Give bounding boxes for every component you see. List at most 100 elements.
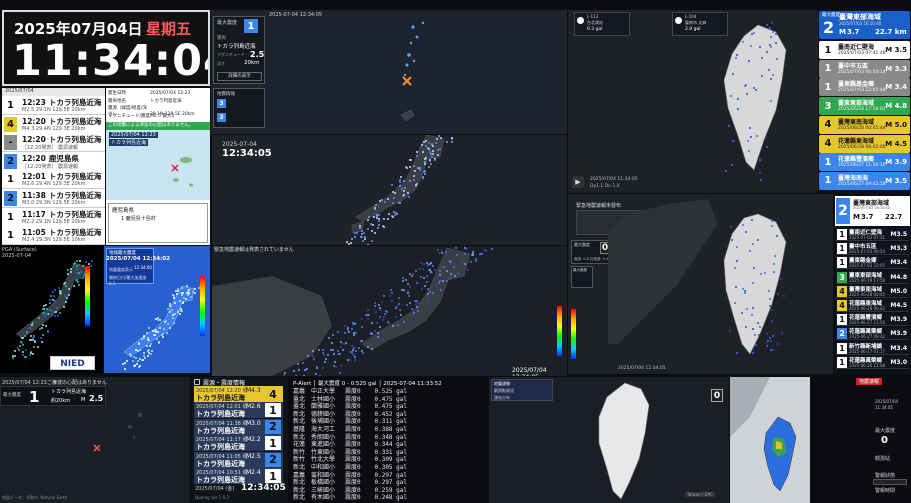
station-dot	[178, 300, 181, 303]
tw-play-button[interactable]: ▶	[572, 176, 584, 188]
list-item[interactable]: 1 12:23 トカラ列島近海 M2.5 29.1N 129.5E 20km	[2, 96, 105, 115]
station-dot	[404, 186, 407, 189]
list-item[interactable]: 1 臺南近仁壁海 2025/07/03 07:41:48 M 3.5	[819, 41, 910, 59]
list-item[interactable]: 4 臺灣東南海域 2025/06/28 00:45:44 M 5.0	[819, 115, 910, 134]
station-dot	[391, 215, 394, 218]
station-dot	[41, 340, 44, 343]
list-item[interactable]: 1 臺南近仁壁海 2025-07-03 07:41 M3.5	[836, 228, 909, 241]
quake-footer-time: 12:34:05	[241, 483, 286, 493]
jma-depth-label: 深さ	[217, 61, 225, 66]
list-item[interactable]: 1 新竹縣新埔鎮 2025-06-27 01:17 M3.4	[836, 341, 909, 355]
station-dot	[435, 137, 438, 140]
list-item[interactable]: 1 花蓮縣萬榮鄉 2025-06-26 21:08 M3.0	[836, 355, 909, 369]
list-item[interactable]: 2025/07/04 11:38 頃トカラ列島近海 M3.0 2	[194, 418, 283, 435]
table-row: 新北 有木國小 震度0 0.248 gal	[293, 494, 407, 502]
station-dot	[731, 139, 734, 142]
palert-cell: 震度0	[345, 388, 361, 395]
mag-prefix: M	[885, 83, 895, 92]
station-dot	[62, 305, 65, 308]
station-dot	[759, 159, 762, 162]
tw-bottom-int: 0	[711, 389, 723, 402]
list-item[interactable]: 2 花蓮縣萬榮鄉 2025-06-27 09:42 M3.9	[836, 327, 909, 341]
station-dot	[351, 238, 354, 241]
list-item[interactable]: 4 花蓮縣東海域 2025-06-28 06:02 M4.5	[836, 299, 909, 312]
station-dot	[157, 340, 160, 343]
intensity-badge: 1	[824, 175, 832, 187]
station-dot	[432, 291, 435, 294]
detail-key: 震央地名	[108, 98, 126, 104]
eq-list-header: 2025/07/04	[2, 88, 105, 96]
list-item[interactable]: 2025/07/04 11:05 頃トカラ列島近海 M2.5 2	[194, 451, 283, 468]
station-dot	[383, 313, 386, 316]
list-item[interactable]: 2 11:38 トカラ列島近海 M3.0 29.3N 129.5E 20km	[2, 189, 105, 208]
list-item[interactable]: 1 11:17 トカラ列島近海 M2.2 29.1N 129.5E 20km	[2, 207, 105, 227]
station-dot	[90, 259, 93, 262]
list-item[interactable]: 2025/07/04 12:20 頃トカラ列島近海 M4.3 4	[194, 386, 283, 402]
jma-detail-button[interactable]: 詳細の表示	[217, 72, 262, 81]
list-item[interactable]: 1 臺灣海南海 2025/06/27 09:42:58 M 3.5	[819, 171, 910, 190]
br-label-5: 警報狀態	[875, 473, 896, 479]
station-dot	[766, 24, 769, 27]
jma-tab-label: 地震情報	[217, 92, 235, 97]
list-item[interactable]: 4 12:20 トカラ列島近海 M4.3 29.4N 129.3E 20km	[2, 114, 105, 134]
list-item[interactable]: 3 臺東東部海域 2025/06/29 17:58:02 M 4.8	[819, 97, 910, 116]
list-item[interactable]: 1 花蓮縣豐濱鄉 2025-06-27 11:56 M3.9	[836, 313, 909, 327]
list-item[interactable]: 2025/07/04 12:01 頃トカラ列島近海 M2.6 1	[194, 402, 283, 419]
list-item[interactable]: 1 臺中市五區 2025-07-03 06:54 M3.3	[836, 242, 909, 256]
station-dot	[149, 352, 152, 355]
eq-place: トカラ列島近海	[48, 116, 102, 126]
list-item[interactable]: 4 臺灣東南海域 2025-06-28 00:45 M5.0	[836, 284, 909, 298]
palert-cell: 0.344 gal	[374, 441, 407, 449]
station-dot	[23, 334, 26, 337]
intensity-badge: 1	[265, 436, 281, 451]
jma-int-label: 最大震度	[217, 20, 238, 26]
list-item[interactable]: 1 12:01 トカラ列島近海 M2.6 29.4N 129.3E 20km	[2, 170, 105, 190]
station-dot	[64, 284, 67, 287]
list-item[interactable]: 4 花蓮縣東海域 2025/06/28 06:02:00 M 4.5	[819, 134, 910, 153]
eq-date: 2025/07/03 07:41:48	[838, 51, 886, 56]
station-dot	[405, 278, 408, 281]
list-item[interactable]: 2025/07/04 11:17 頃トカラ列島近海 M2.2 1	[194, 435, 283, 452]
station-dot	[403, 193, 406, 196]
list-item[interactable]: 1 花蓮縣豐濱鄉 2025/06/27 11:56:10 M 3.9	[819, 153, 910, 172]
tw-bottom-map: 地震速報 觀測點資訊 測站分布 0 Taiwan / DPC	[489, 377, 729, 503]
station-dot	[66, 269, 69, 272]
mini-map	[730, 377, 810, 503]
list-item[interactable]: 1 臺中市五區 2025/07/03 06:54:14 M 3.3	[819, 59, 910, 78]
intensity-badge: 2	[265, 419, 281, 434]
station-dot	[414, 269, 417, 272]
table-row: 新北 後埔國小 震度0 0.311 gal	[293, 418, 407, 426]
list-item[interactable]: 1 臺東縣金鄉 2025-07-03 22:05 M3.4	[836, 256, 909, 270]
list-item[interactable]: 1 11:05 トカラ列島近海 M2.4 29.3N 129.5E 10km	[2, 226, 105, 245]
tw-top-int: 2	[823, 18, 835, 37]
intensity-badge: 1	[824, 81, 832, 93]
station-dot	[25, 356, 28, 359]
list-item[interactable]: -12:20 トカラ列島近海 ［12:20発表］ 震源速報	[2, 133, 105, 153]
station-dot	[434, 285, 437, 288]
jma-tab[interactable]: 地震情報 3 3	[213, 88, 265, 128]
station-dot	[318, 349, 320, 352]
palert-cell: 蘭雅國小	[311, 403, 336, 411]
station-dot	[399, 175, 402, 178]
station-dot	[63, 281, 66, 284]
station-dot	[43, 314, 46, 317]
eq-date: 2025-06-28 00:45	[849, 291, 886, 297]
station-dot	[370, 347, 373, 350]
station-dot	[415, 183, 418, 185]
eq-mag: M 5.0	[885, 121, 907, 129]
station-dot	[771, 335, 774, 338]
list-item[interactable]: 2025/07/04 10:51 頃トカラ列島近海 M2.4 1	[194, 468, 283, 484]
station-dot	[74, 279, 77, 282]
station-dot	[366, 313, 369, 316]
intensity-badge: 1	[837, 314, 847, 326]
station-dot	[751, 347, 754, 350]
station-dot	[751, 282, 754, 285]
list-item[interactable]: 1 臺東縣基金鄉 2025/07/03 22:05:48 M 3.4	[819, 78, 910, 97]
intensity-badge: 1	[824, 63, 832, 75]
br-label-2: 最大震度	[875, 428, 896, 434]
station-dot	[166, 322, 169, 325]
station-dot	[430, 163, 433, 166]
station-dot	[747, 165, 750, 168]
list-item[interactable]: 2 12:20 鹿児島県 ［12:20発表］ 震源速報	[2, 151, 105, 171]
list-item[interactable]: 3 臺東東部海域 2025-06-29 17:58 M4.8	[836, 270, 909, 284]
